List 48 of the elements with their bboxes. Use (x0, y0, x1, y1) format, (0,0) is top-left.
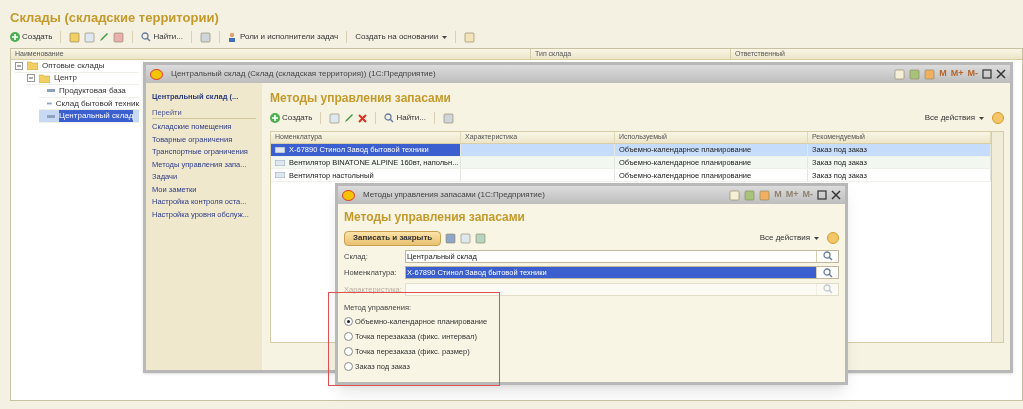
section-heading: Методы управления запасами (270, 90, 452, 107)
search-icon (141, 32, 152, 42)
tree-row[interactable]: Продуктовая база (39, 85, 139, 98)
dialog-heading: Методы управления запасами (344, 209, 526, 226)
find-button[interactable]: Найти... (141, 31, 183, 43)
tree-item-label: Склад бытовой техник (55, 97, 139, 110)
collapse-icon[interactable] (15, 61, 23, 70)
add-icon (10, 32, 20, 42)
tree-item-label: Оптовые склады (42, 59, 105, 72)
item-icon (47, 89, 55, 93)
close-icon[interactable] (831, 190, 841, 200)
maximize-icon[interactable] (817, 190, 827, 200)
create-button[interactable]: Создать (270, 112, 313, 124)
caret-icon (442, 35, 448, 39)
caret-icon (814, 236, 819, 240)
item-icon (47, 102, 52, 106)
collapse-icon[interactable] (27, 74, 35, 83)
search-icon (822, 284, 833, 295)
search-icon (822, 251, 833, 262)
pencil-icon[interactable] (99, 32, 110, 42)
search-icon (822, 267, 833, 278)
create-button[interactable]: Создать (10, 31, 53, 43)
caret-icon (979, 116, 984, 120)
radio-button[interactable] (344, 317, 353, 327)
radio-button[interactable] (344, 332, 353, 342)
pencil-icon[interactable] (344, 113, 355, 123)
all-actions-button[interactable]: Все действия (759, 232, 819, 244)
page-title: Склады (складские территории) (10, 9, 220, 27)
scrollbar[interactable] (991, 132, 1003, 342)
maximize-icon[interactable] (982, 69, 992, 79)
find-button[interactable]: Найти... (384, 112, 426, 124)
search-icon (384, 113, 395, 123)
person-icon (227, 32, 236, 42)
close-icon[interactable] (996, 69, 1006, 79)
app-logo-icon (150, 68, 163, 80)
window-title: Центральный склад (Склад (складская территория)) (1С:Предприятие) (171, 68, 436, 80)
radio-button[interactable] (344, 361, 353, 371)
create-based-on-button[interactable]: Создать на основании (355, 31, 448, 43)
all-actions-button[interactable]: Все действия (924, 112, 984, 124)
roles-button[interactable]: Роли и исполнители задач (227, 31, 339, 43)
tree-row[interactable]: Оптовые склады (15, 60, 139, 73)
window-title: Методы управления запасами (1С:Предприятие) (363, 189, 545, 201)
radio-button[interactable] (344, 347, 353, 356)
tree-item-label: Продуктовая база (59, 85, 126, 97)
tree-item-label: Центр (54, 72, 77, 85)
app-logo-icon (342, 189, 355, 201)
save-and-close-button[interactable]: Записать и закрыть (344, 230, 442, 246)
add-icon (270, 113, 280, 123)
